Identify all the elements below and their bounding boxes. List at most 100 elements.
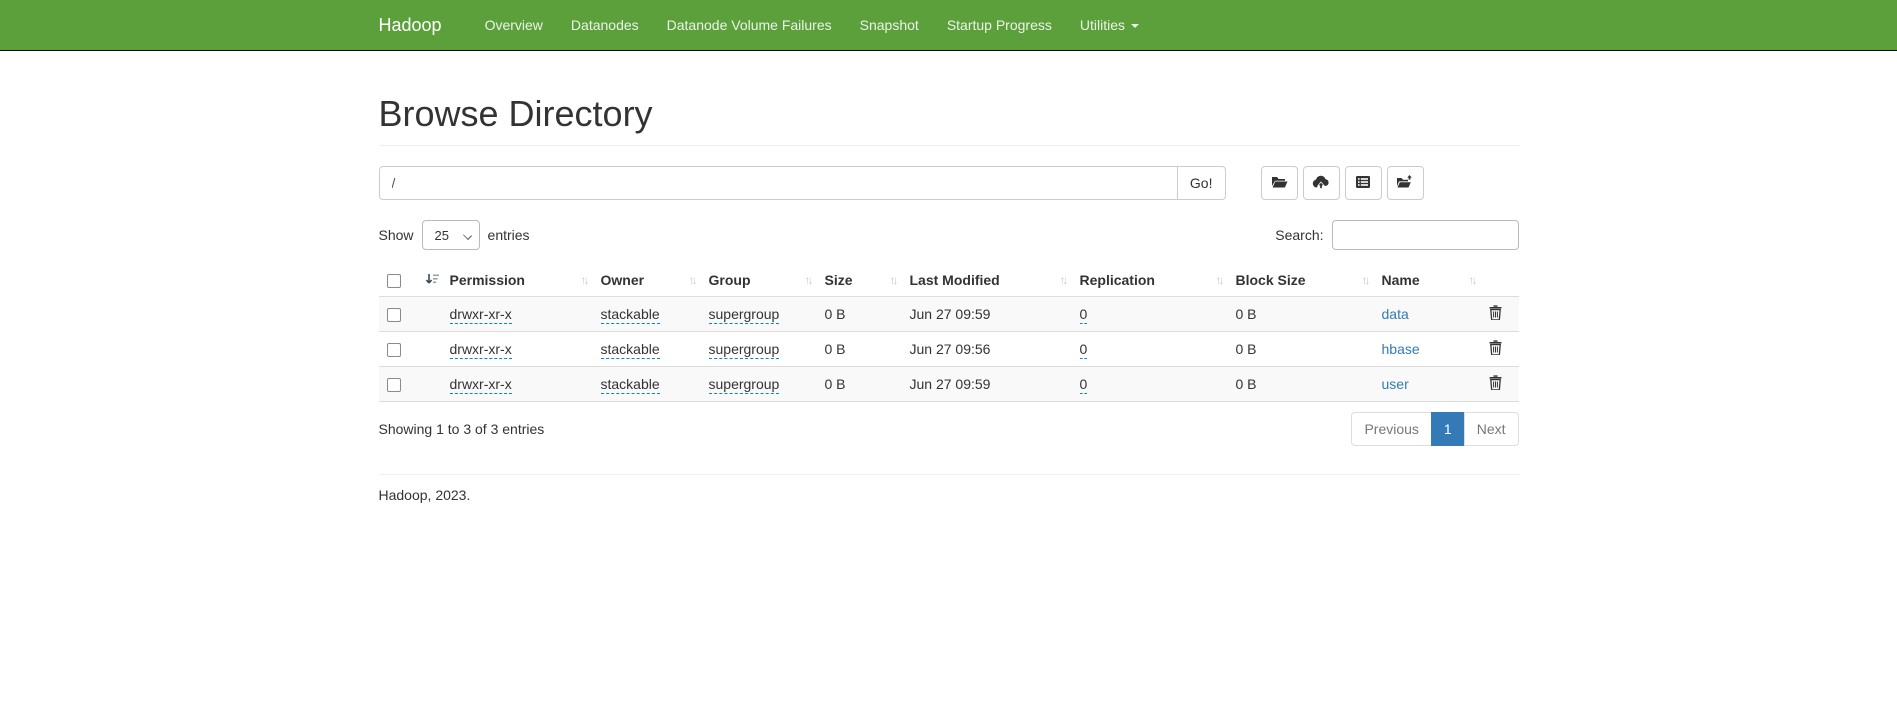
go-button[interactable]: Go! [1177,166,1226,200]
modified-value: Jun 27 09:59 [910,376,991,392]
replication-value[interactable]: 0 [1080,306,1088,324]
set-quota-button[interactable] [1345,166,1382,200]
sort-both-icon: ↑↓ [890,273,896,287]
footer-text: Hadoop, 2023. [379,487,1519,543]
column-label: Owner [601,272,645,288]
delete-button[interactable] [1489,340,1502,355]
replication-value[interactable]: 0 [1080,376,1088,394]
permission-value[interactable]: drwxr-xr-x [450,306,512,324]
owner-value[interactable]: stackable [601,341,660,359]
pagination-next[interactable]: Next [1464,412,1519,446]
replication-value[interactable]: 0 [1080,341,1088,359]
folder-open-icon [1271,175,1288,192]
create-directory-button[interactable] [1261,166,1298,200]
delete-button[interactable] [1489,305,1502,320]
sort-both-icon: ↑↓ [1469,273,1475,287]
permission-value[interactable]: drwxr-xr-x [450,341,512,359]
group-value[interactable]: supergroup [709,376,780,394]
upload-files-button[interactable] [1303,166,1340,200]
column-header-block-size[interactable]: Block Size ↑↓ [1228,264,1374,297]
brand-hadoop[interactable]: Hadoop [379,0,457,50]
entries-info: Showing 1 to 3 of 3 entries [379,421,545,437]
directory-path-input[interactable] [379,166,1178,200]
directory-action-buttons [1261,166,1424,200]
column-header-owner[interactable]: Owner ↑↓ [593,264,701,297]
delete-button[interactable] [1489,375,1502,390]
nav-item-label: Datanodes [571,15,639,35]
modified-value: Jun 27 09:56 [910,341,991,357]
column-label: Name [1382,272,1420,288]
row-checkbox[interactable] [387,308,401,322]
column-header-group[interactable]: Group ↑↓ [701,264,817,297]
group-value[interactable]: supergroup [709,306,780,324]
sort-both-icon: ↑↓ [805,273,811,287]
owner-value[interactable]: stackable [601,376,660,394]
chevron-down-icon [463,231,472,240]
table-row: drwxr-xr-x stackable supergroup 0 B Jun … [379,367,1519,402]
size-value: 0 B [825,376,846,392]
column-header-permission[interactable]: Permission ↑↓ [442,264,593,297]
row-checkbox[interactable] [387,343,401,357]
block-size-value: 0 B [1236,376,1257,392]
nav-menu: Overview Datanodes Datanode Volume Failu… [471,0,1153,50]
pagination-previous[interactable]: Previous [1351,412,1431,446]
top-navbar: Hadoop Overview Datanodes Datanode Volum… [0,0,1897,51]
nav-item-label: Overview [485,15,543,35]
directory-name-link[interactable]: hbase [1382,341,1420,357]
select-all-checkbox[interactable] [387,274,401,288]
column-header-size[interactable]: Size ↑↓ [817,264,902,297]
nav-item-datanode-volume-failures[interactable]: Datanode Volume Failures [653,0,846,50]
nav-item-datanodes[interactable]: Datanodes [557,0,653,50]
nav-item-label: Snapshot [860,15,919,35]
search-label: Search: [1275,227,1323,243]
sort-both-icon: ↑↓ [1060,273,1066,287]
nav-item-snapshot[interactable]: Snapshot [846,0,933,50]
column-header-last-modified[interactable]: Last Modified ↑↓ [902,264,1072,297]
sort-amount-icon [425,273,440,290]
directory-table: Permission ↑↓ Owner ↑↓ Group ↑↓ Size ↑↓ … [379,264,1519,402]
column-header-replication[interactable]: Replication ↑↓ [1072,264,1228,297]
search-input[interactable] [1332,220,1519,250]
table-row: drwxr-xr-x stackable supergroup 0 B Jun … [379,297,1519,332]
column-label: Group [709,272,751,288]
block-size-value: 0 B [1236,306,1257,322]
nav-item-overview[interactable]: Overview [471,0,557,50]
page-length-select[interactable]: 25 [422,220,480,250]
owner-value[interactable]: stackable [601,306,660,324]
nav-item-startup-progress[interactable]: Startup Progress [933,0,1066,50]
entries-label: entries [488,227,530,243]
sort-both-icon: ↑↓ [1216,273,1222,287]
table-footer: Showing 1 to 3 of 3 entries Previous 1 N… [379,412,1519,446]
row-checkbox[interactable] [387,378,401,392]
table-controls: Show 25 entries Search: [379,220,1519,250]
list-alt-icon [1355,175,1371,192]
permission-value[interactable]: drwxr-xr-x [450,376,512,394]
modified-value: Jun 27 09:59 [910,306,991,322]
page-title: Browse Directory [379,93,1519,135]
folder-move-icon [1396,174,1414,192]
pagination: Previous 1 Next [1351,412,1518,446]
chevron-down-icon [1131,24,1139,28]
trash-icon [1489,308,1502,323]
nav-item-label: Utilities [1080,15,1125,35]
sort-both-icon: ↑↓ [689,273,695,287]
pagination-page-1[interactable]: 1 [1431,412,1465,446]
column-label: Block Size [1236,272,1306,288]
directory-name-link[interactable]: user [1382,376,1409,392]
column-header-name[interactable]: Name ↑↓ [1374,264,1481,297]
page-length-control: Show 25 entries [379,220,530,250]
path-input-group: Go! [379,166,1226,200]
column-label: Replication [1080,272,1155,288]
path-bar: Go! [379,166,1519,200]
table-header-row: Permission ↑↓ Owner ↑↓ Group ↑↓ Size ↑↓ … [379,264,1519,297]
divider [379,145,1519,146]
group-value[interactable]: supergroup [709,341,780,359]
page-length-value: 25 [435,228,449,243]
select-all-header[interactable] [379,264,442,297]
block-size-value: 0 B [1236,341,1257,357]
size-value: 0 B [825,306,846,322]
nav-item-utilities-dropdown[interactable]: Utilities [1066,0,1153,50]
cut-paste-button[interactable] [1387,166,1424,200]
directory-name-link[interactable]: data [1382,306,1409,322]
show-label: Show [379,227,414,243]
